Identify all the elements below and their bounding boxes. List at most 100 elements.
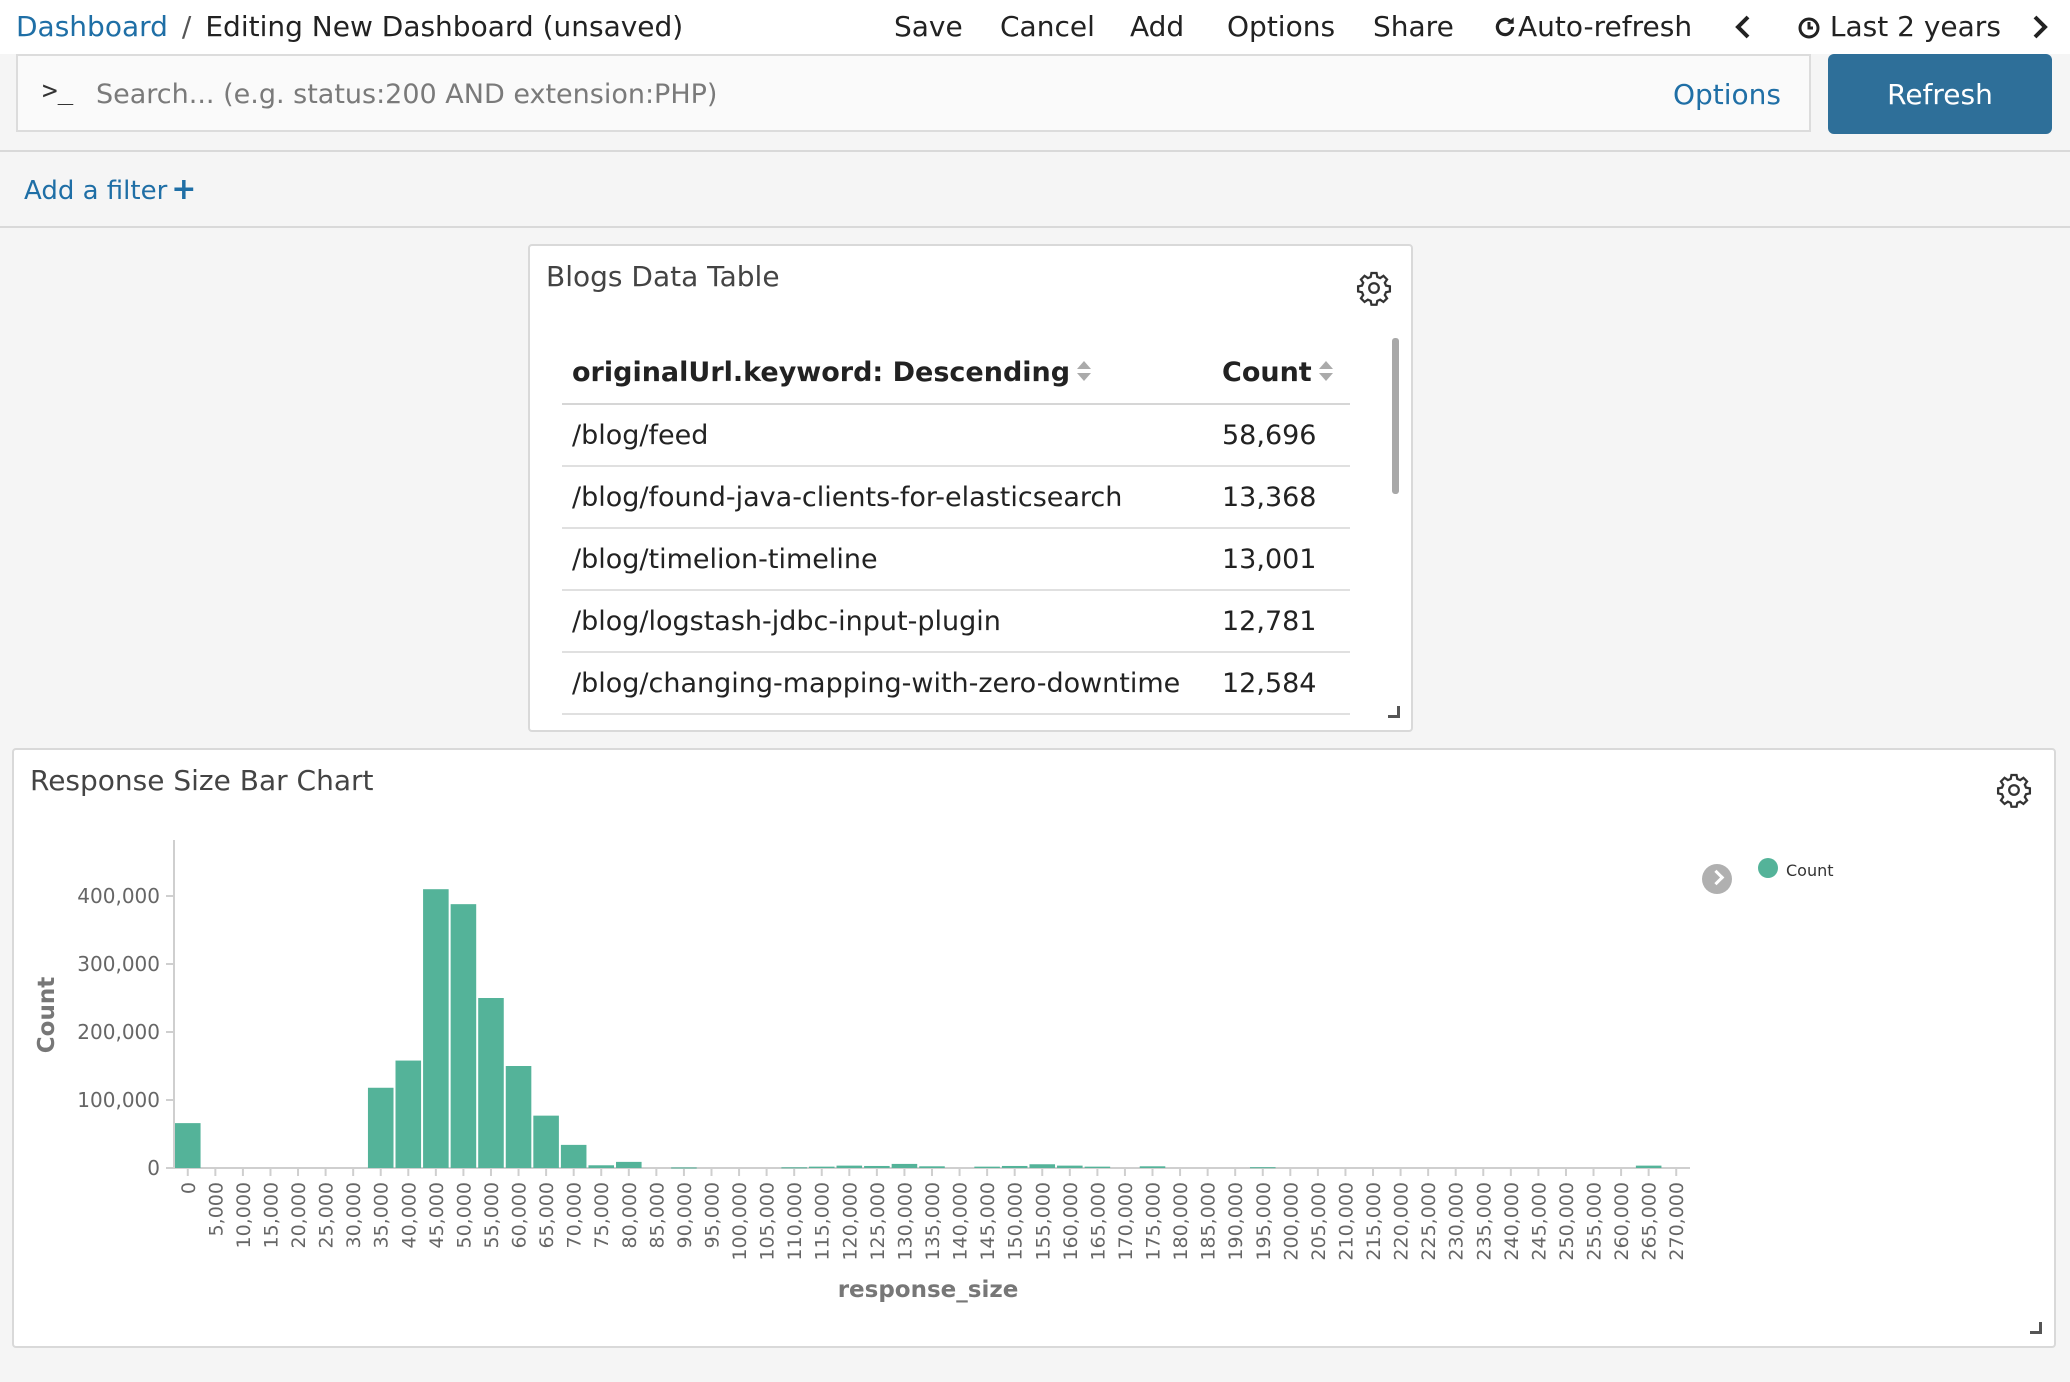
x-tick-label: 230,000 [1446, 1182, 1468, 1261]
bar-chart: 0 100,000 200,000 300,000 400,000 0 5,000 10,00… [34, 840, 1690, 1303]
x-tick-label: 90,000 [674, 1182, 696, 1248]
cell-url[interactable]: /blog/feed [562, 404, 1212, 467]
resize-handle[interactable] [1388, 706, 1400, 718]
breadcrumb: Dashboard / Editing New Dashboard (unsaved… [16, 9, 683, 45]
x-tick-label: 65,000 [536, 1182, 558, 1248]
cell-url[interactable]: /blog/logstash-jdbc-input-plugin [562, 590, 1212, 653]
x-tick-label: 105,000 [757, 1182, 779, 1261]
x-tick-label: 120,000 [839, 1182, 861, 1261]
refresh-button[interactable]: Refresh [1828, 54, 2052, 134]
x-tick-label: 250,000 [1556, 1182, 1578, 1261]
bar [1057, 1165, 1083, 1168]
options-button[interactable]: Options [1227, 9, 1335, 45]
sort-icon [1318, 361, 1333, 381]
time-next-button[interactable] [2030, 9, 2050, 45]
bar [808, 1166, 835, 1168]
cancel-button[interactable]: Cancel [1000, 9, 1095, 45]
x-tick-label: 60,000 [509, 1182, 531, 1248]
y-tick-label: 100,000 [77, 1088, 160, 1112]
bar [781, 1167, 807, 1169]
bar [175, 1123, 201, 1168]
x-tick-label: 100,000 [729, 1182, 751, 1261]
clock-icon [1798, 17, 1820, 39]
y-tick-label: 400,000 [77, 884, 160, 908]
save-button[interactable]: Save [894, 9, 963, 45]
column-header-url[interactable]: originalUrl.keyword: Descending [562, 342, 1212, 405]
x-tick-label: 75,000 [591, 1182, 613, 1248]
x-tick-label: 210,000 [1335, 1182, 1357, 1261]
x-tick-label: 140,000 [950, 1182, 972, 1261]
table-row: /blog/logstash-jdbc-input-plugin 12,781 [562, 590, 1350, 653]
bar [588, 1165, 615, 1168]
x-tick-label: 255,000 [1584, 1182, 1606, 1261]
time-range-picker[interactable]: Last 2 years [1797, 9, 2001, 45]
add-button[interactable]: Add [1130, 9, 1184, 45]
x-tick-label: 155,000 [1032, 1182, 1054, 1261]
x-tick-label: 205,000 [1308, 1182, 1330, 1261]
add-filter-button[interactable]: Add a filter + [24, 172, 196, 207]
x-tick-label: 95,000 [701, 1182, 723, 1248]
time-prev-button[interactable] [1733, 9, 1753, 45]
refresh-icon [1495, 17, 1515, 37]
plus-icon: + [171, 172, 197, 207]
y-tick-label: 200,000 [77, 1020, 160, 1044]
gear-icon[interactable] [1356, 270, 1392, 306]
x-tick-label: 245,000 [1528, 1182, 1550, 1261]
bar [616, 1161, 642, 1168]
x-tick-label: 165,000 [1087, 1182, 1109, 1261]
x-tick-label: 170,000 [1115, 1182, 1137, 1261]
response-size-chart-panel: Response Size Bar Chart 0 100,000 200,000 3… [12, 748, 2056, 1348]
bar [836, 1165, 863, 1168]
bar [450, 904, 477, 1168]
bar [891, 1163, 918, 1168]
resize-handle[interactable] [2030, 1322, 2042, 1334]
x-tick-label: 15,000 [260, 1182, 282, 1248]
cell-count: 58,696 [1212, 404, 1350, 467]
x-tick-label: 40,000 [398, 1182, 420, 1248]
cell-count: 12,781 [1212, 590, 1350, 653]
x-tick-label: 235,000 [1473, 1182, 1495, 1261]
bar [974, 1166, 1000, 1168]
query-prompt-icon: >_ [42, 76, 74, 106]
cell-url[interactable]: /blog/timelion-timeline [562, 528, 1212, 591]
share-button[interactable]: Share [1373, 9, 1454, 45]
bar [395, 1060, 422, 1168]
x-tick-label: 195,000 [1253, 1182, 1275, 1261]
column-header-label: originalUrl.keyword: Descending [572, 357, 1071, 388]
legend-swatch [1758, 858, 1778, 878]
auto-refresh-button[interactable]: Auto-refresh [1492, 9, 1692, 45]
x-tick-label: 125,000 [867, 1182, 889, 1261]
y-tick-label: 300,000 [77, 952, 160, 976]
x-tick-label: 160,000 [1060, 1182, 1082, 1261]
chevron-left-icon [1735, 15, 1750, 39]
bar [1635, 1165, 1662, 1168]
cell-url[interactable]: /blog/changing-mapping-with-zero-downtim… [562, 652, 1212, 715]
bar [478, 998, 504, 1168]
search-input[interactable] [96, 68, 1656, 120]
x-tick-label: 20,000 [288, 1182, 310, 1248]
breadcrumb-dashboard-link[interactable]: Dashboard [16, 10, 168, 43]
bar [1029, 1164, 1056, 1168]
x-tick-label: 180,000 [1170, 1182, 1192, 1261]
x-tick-label: 55,000 [481, 1182, 503, 1248]
x-tick-label: 115,000 [812, 1182, 834, 1261]
table-scrollbar[interactable] [1392, 338, 1399, 494]
query-options-link[interactable]: Options [1673, 78, 1781, 111]
bar [864, 1165, 890, 1168]
cell-url[interactable]: /blog/found-java-clients-for-elasticsear… [562, 466, 1212, 529]
x-tick-label: 110,000 [784, 1182, 806, 1261]
legend-item-count[interactable]: Count [1758, 858, 1834, 880]
divider [0, 150, 2070, 152]
x-tick-label: 240,000 [1501, 1182, 1523, 1261]
x-tick-label: 80,000 [619, 1182, 641, 1248]
bar [367, 1087, 394, 1168]
x-tick-label: 265,000 [1639, 1182, 1661, 1261]
x-tick-label: 260,000 [1611, 1182, 1633, 1261]
column-header-count[interactable]: Count [1212, 342, 1350, 405]
top-nav: Dashboard / Editing New Dashboard (unsaved… [0, 0, 2070, 54]
x-tick-label: 25,000 [316, 1182, 338, 1248]
legend-toggle-button[interactable] [1702, 864, 1732, 894]
x-tick-label: 45,000 [426, 1182, 448, 1248]
x-tick-label: 270,000 [1666, 1182, 1688, 1261]
data-table-container: originalUrl.keyword: Descending Count /b… [562, 342, 1350, 722]
